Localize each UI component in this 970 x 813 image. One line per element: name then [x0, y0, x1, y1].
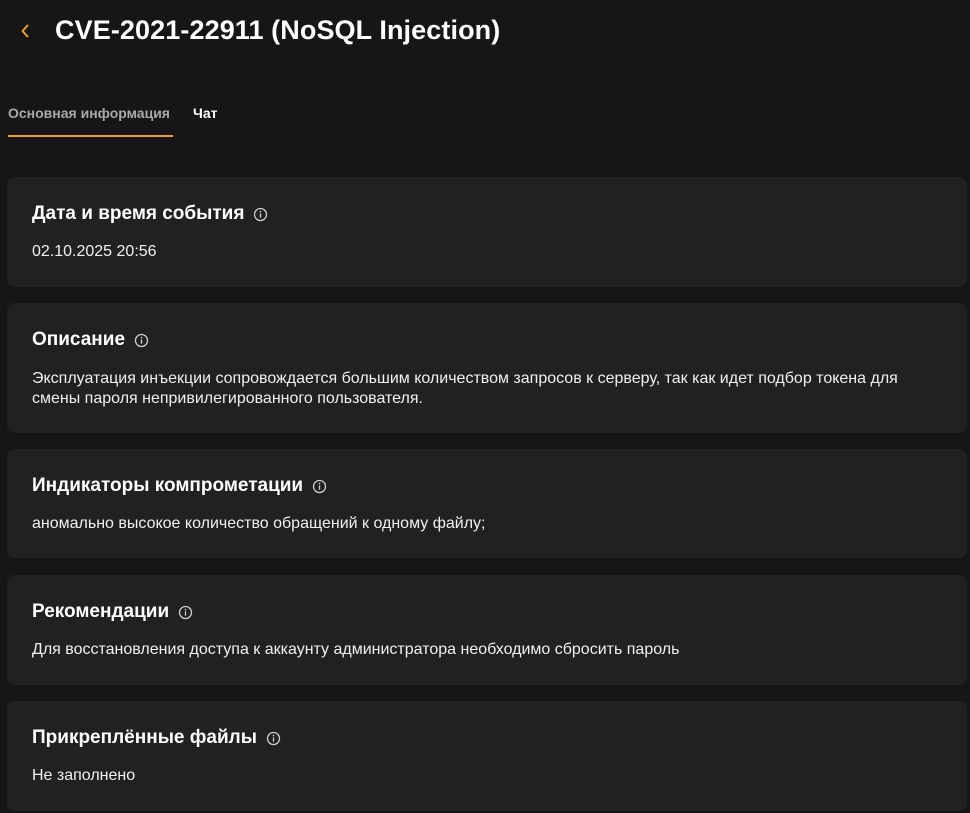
section-card-indicators: Индикаторы компрометации аномально высок… — [7, 449, 967, 558]
info-icon[interactable] — [178, 605, 193, 620]
section-card-recommendations: Рекомендации Для восстановления доступа … — [7, 575, 967, 685]
tab-main-info[interactable]: Основная информация — [8, 96, 173, 137]
info-icon[interactable] — [312, 479, 327, 494]
section-title: Описание — [32, 329, 126, 350]
section-title: Индикаторы компрометации — [32, 475, 304, 496]
section-card-description: Описание Эксплуатация инъекции сопровожд… — [7, 303, 967, 433]
header: CVE-2021-22911 (NoSQL Injection) — [0, 0, 970, 64]
section-title: Дата и время события — [32, 203, 245, 224]
section-title-wrapper: Рекомендации — [32, 601, 193, 623]
section-title-wrapper: Индикаторы компрометации — [32, 475, 327, 497]
section-body: Эксплуатация инъекции сопровождается бол… — [32, 370, 898, 407]
back-button[interactable] — [14, 20, 36, 42]
section-card-attachments: Прикреплённые файлы Не заполнено — [7, 701, 967, 811]
info-icon[interactable] — [266, 731, 281, 746]
section-title: Рекомендации — [32, 601, 170, 622]
section-body: Не заполнено — [32, 767, 136, 784]
chevron-left-icon — [21, 24, 29, 38]
section-title-wrapper: Описание — [32, 329, 149, 351]
page-title: CVE-2021-22911 (NoSQL Injection) — [55, 15, 501, 45]
section-title-wrapper: Дата и время события — [32, 203, 268, 225]
info-icon[interactable] — [134, 333, 149, 348]
section-card-event-datetime: Дата и время события 02.10.2025 20:56 — [7, 177, 967, 287]
info-icon[interactable] — [253, 207, 268, 222]
tab-chat[interactable]: Чат — [193, 96, 217, 137]
section-body: 02.10.2025 20:56 — [32, 243, 157, 260]
section-title: Прикреплённые файлы — [32, 727, 257, 748]
section-body: Для восстановления доступа к аккаунту ад… — [32, 641, 680, 658]
section-body: аномально высокое количество обращений к… — [32, 515, 486, 532]
tab-bar: Основная информация Чат — [0, 96, 217, 138]
section-title-wrapper: Прикреплённые файлы — [32, 727, 281, 749]
